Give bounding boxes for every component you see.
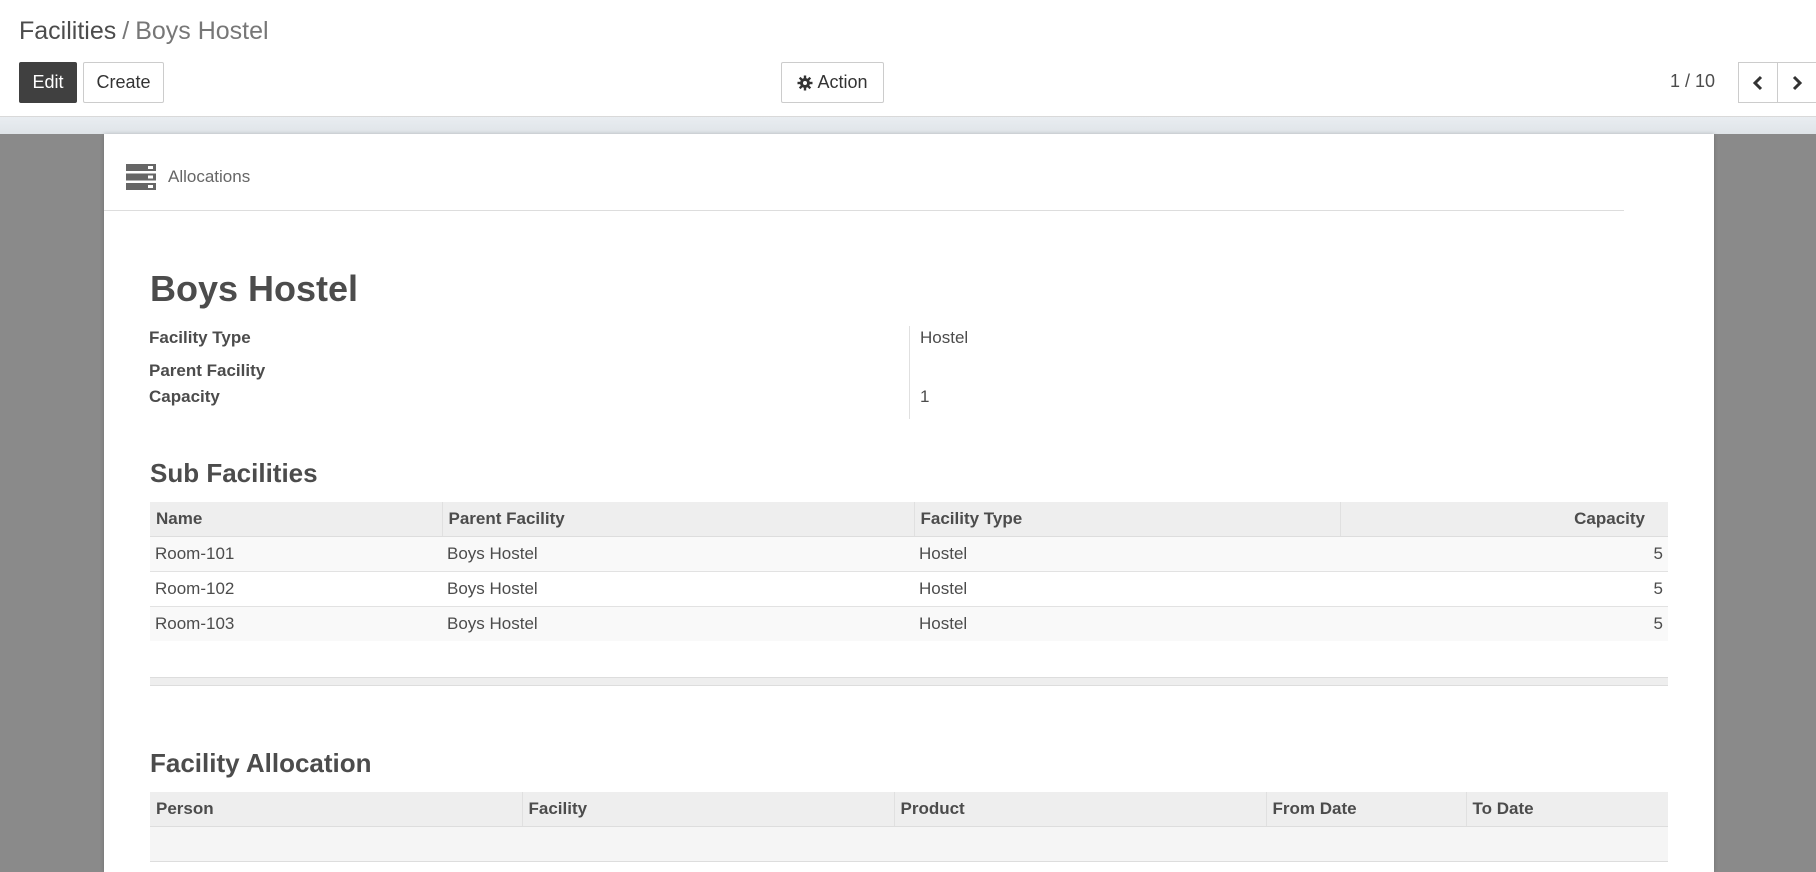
table-row[interactable]: Room-101 Boys Hostel Hostel 5 [150,535,1668,571]
cell-capacity: 5 [1340,570,1668,606]
facility-type-label: Facility Type [149,328,251,347]
field-column-divider [909,326,910,419]
cell-facility-type: Hostel [914,605,1340,641]
breadcrumb-separator: / [122,17,130,45]
column-header-to-date[interactable]: To Date [1465,792,1668,827]
pager-previous-button[interactable] [1738,62,1778,103]
create-button[interactable]: Create [83,62,164,103]
table-row[interactable]: Room-102 Boys Hostel Hostel 5 [150,570,1668,606]
control-panel-shadow [0,117,1816,134]
action-button[interactable]: Action [781,62,884,103]
facility-allocation-table: Person Facility Product From Date To Dat… [150,792,1668,862]
column-header-person[interactable]: Person [150,792,522,827]
cell-name: Room-101 [150,535,442,571]
facility-allocation-title: Facility Allocation [150,748,372,778]
server-stack-icon [126,164,156,190]
allocations-label: Allocations [168,167,251,186]
column-header-from-date[interactable]: From Date [1265,792,1466,827]
column-header-capacity[interactable]: Capacity [1339,502,1668,537]
pager-value[interactable]: 1 / 10 [1670,71,1715,92]
empty-row [150,825,1668,862]
control-panel: Facilities / Boys Hostel Edit Create Actio… [0,0,1816,117]
allocations-smart-button[interactable]: Allocations [126,164,250,190]
cell-name: Room-103 [150,605,442,641]
cell-facility-type: Hostel [914,535,1340,571]
chevron-left-icon [1752,75,1763,90]
capacity-value: 1 [920,387,930,406]
sub-facilities-table: Name Parent Facility Facility Type Capac… [150,502,1668,641]
column-header-parent-facility[interactable]: Parent Facility [441,502,914,537]
facility-type-value: Hostel [920,328,969,347]
cell-parent-facility: Boys Hostel [442,605,914,641]
cell-parent-facility: Boys Hostel [442,535,914,571]
form-sheet: Allocations Boys Hostel Facility Type Pa… [104,134,1714,872]
breadcrumb: Facilities / Boys Hostel [19,16,269,46]
column-header-facility-type[interactable]: Facility Type [913,502,1340,537]
breadcrumb-current: Boys Hostel [135,17,269,45]
cell-capacity: 5 [1340,535,1668,571]
cell-facility-type: Hostel [914,570,1340,606]
column-header-facility[interactable]: Facility [521,792,894,827]
chevron-right-icon [1792,75,1803,90]
record-title: Boys Hostel [150,268,359,309]
cell-name: Room-102 [150,570,442,606]
breadcrumb-facilities-link[interactable]: Facilities [19,17,116,45]
action-button-label: Action [817,72,868,92]
parent-facility-label: Parent Facility [149,361,266,380]
sub-facilities-title: Sub Facilities [150,458,318,488]
cell-capacity: 5 [1340,605,1668,641]
column-header-product[interactable]: Product [893,792,1266,827]
sub-facilities-table-footer [150,677,1668,686]
edit-button[interactable]: Edit [19,62,77,103]
pager-next-button[interactable] [1777,62,1816,103]
cell-parent-facility: Boys Hostel [442,570,914,606]
capacity-label: Capacity [149,387,220,406]
gear-icon [797,75,813,90]
smart-button-box: Allocations [104,134,1624,211]
column-header-name[interactable]: Name [150,502,442,537]
table-row[interactable]: Room-103 Boys Hostel Hostel 5 [150,605,1668,641]
